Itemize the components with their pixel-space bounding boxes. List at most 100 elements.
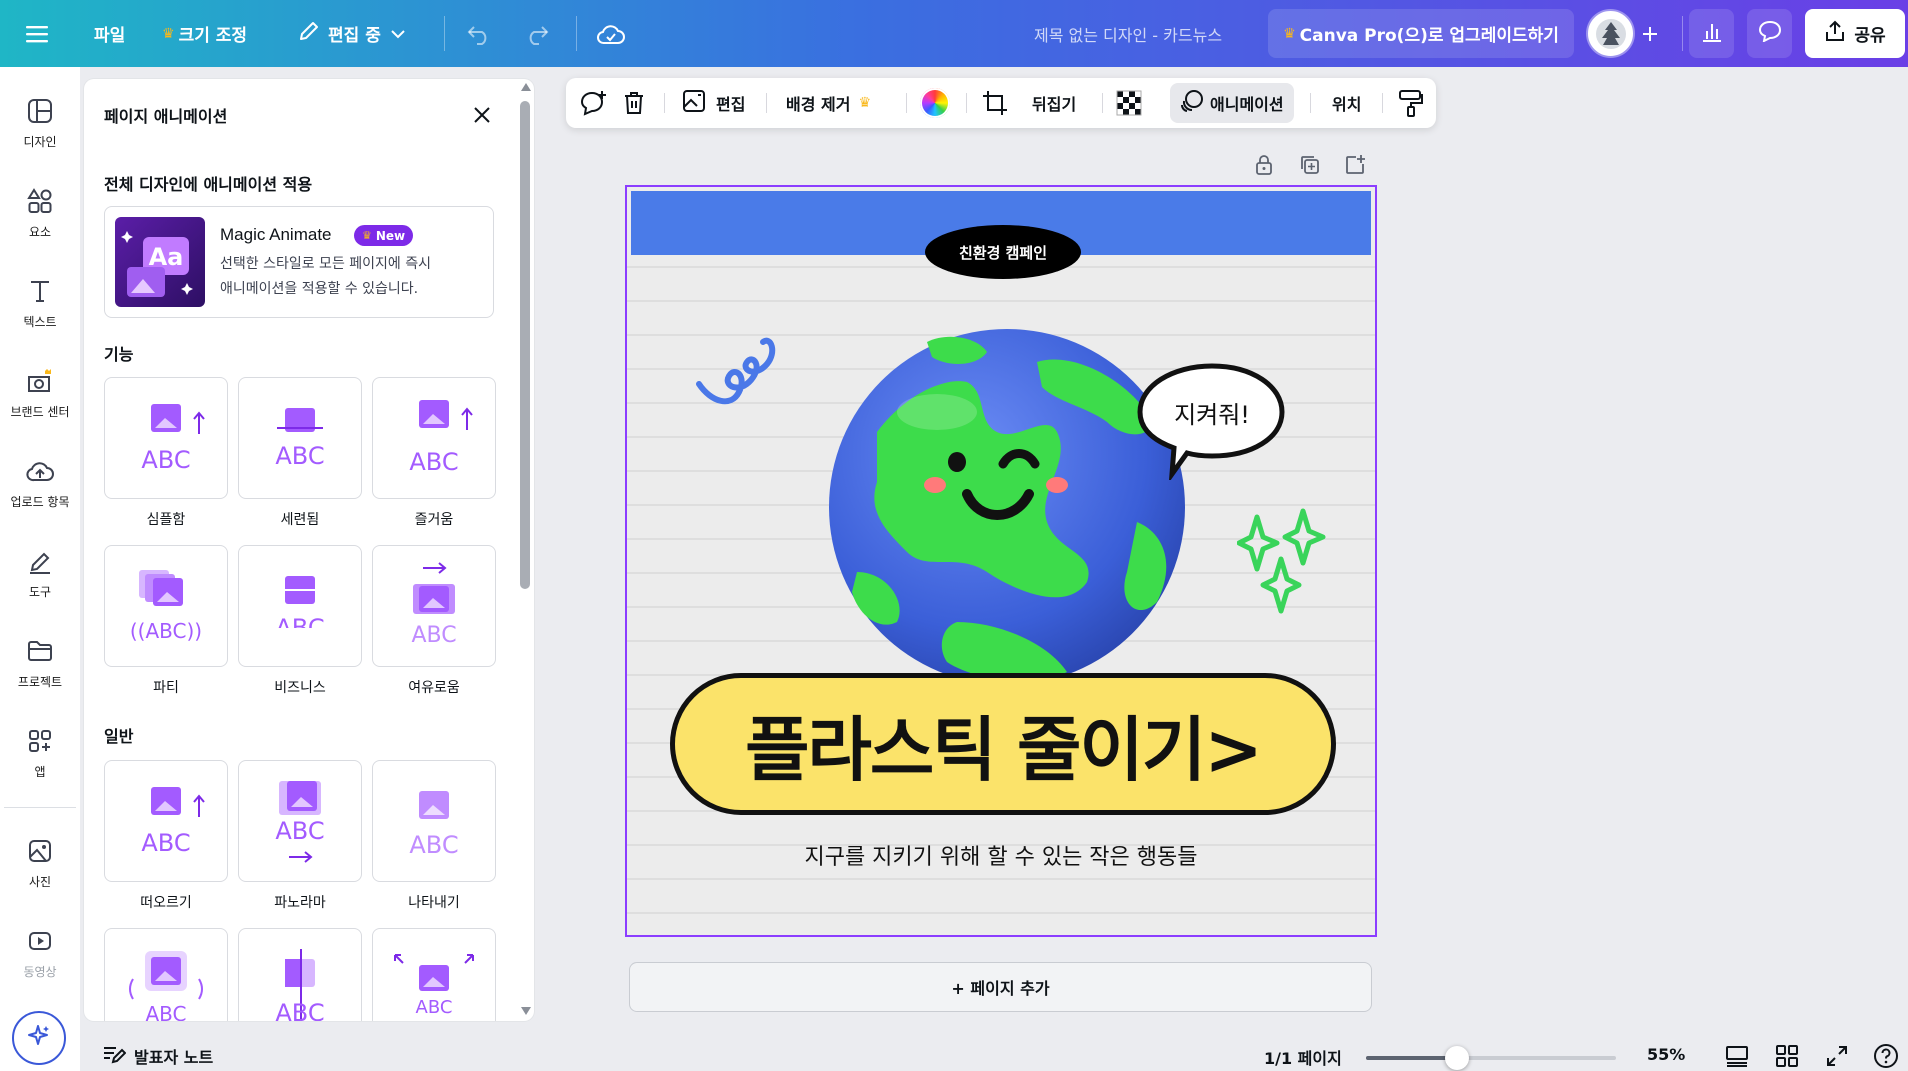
scroll-down-icon[interactable] <box>521 1007 531 1015</box>
party-preview-icon: ((ABC)) <box>130 570 202 643</box>
color-picker[interactable] <box>920 78 950 128</box>
rail-item-tools[interactable]: 도구 <box>0 543 80 600</box>
edit-label: 편집 <box>716 95 746 114</box>
svg-text:ABC: ABC <box>416 997 453 1018</box>
scroll-thumb[interactable] <box>520 101 530 589</box>
help-icon[interactable] <box>1873 1043 1899 1071</box>
animate-icon <box>1180 89 1204 117</box>
headline-pill[interactable]: 플라스틱 줄이기> <box>670 673 1336 815</box>
animation-tile-fade[interactable]: ABC <box>372 760 496 882</box>
rail-item-videos[interactable]: 동영상 <box>0 923 80 980</box>
share-button[interactable]: 공유 <box>1805 9 1905 58</box>
rail-item-design[interactable]: 디자인 <box>0 93 80 150</box>
zoom-slider[interactable] <box>1366 1046 1616 1070</box>
plus-icon[interactable] <box>1638 0 1662 67</box>
add-page-button[interactable]: + 페이지 추가 <box>629 962 1372 1012</box>
rail-item-apps[interactable]: 앱 <box>0 723 80 780</box>
flip-button[interactable]: 뒤집기 <box>1032 78 1076 128</box>
svg-text:Aa: Aa <box>149 243 184 271</box>
menu-icon[interactable] <box>26 0 50 67</box>
zoom-level[interactable]: 55% <box>1647 1045 1685 1064</box>
campaign-tag[interactable]: 친환경 캠페인 <box>925 225 1081 279</box>
notes-button[interactable]: 발표자 노트 <box>102 1043 213 1069</box>
magic-assistant-button[interactable] <box>12 1011 66 1065</box>
svg-text:ABC: ABC <box>411 623 456 648</box>
svg-text:ABC: ABC <box>409 831 458 859</box>
animation-tile-pop[interactable]: ABC <box>372 928 496 1021</box>
design-page[interactable]: 친환경 캠페인 지켜줘! 플라스틱 줄이기> 지구를 지키기 위해 할 수 있는… <box>625 185 1377 937</box>
pan-preview-icon: ABC <box>275 781 325 863</box>
document-title[interactable]: 제목 없는 디자인 - 카드뉴스 <box>1034 0 1222 67</box>
sparkles-doodle[interactable] <box>1237 507 1337 627</box>
scroll-up-icon[interactable] <box>521 83 531 91</box>
rail-item-brand[interactable]: 브랜드 센터 <box>0 363 80 420</box>
animation-tile-party[interactable]: ((ABC)) <box>104 545 228 667</box>
general-heading: 일반 <box>104 727 134 746</box>
tile-label: 떠오르기 <box>140 895 192 911</box>
resize-button[interactable]: ♛ 크기 조정 <box>162 0 247 67</box>
svg-text:((ABC)): ((ABC)) <box>130 619 202 643</box>
animation-tile-rise[interactable]: ABC <box>104 760 228 882</box>
animation-tile-pan[interactable]: ABC <box>238 760 362 882</box>
rail-item-text[interactable]: 텍스트 <box>0 273 80 330</box>
crop-icon[interactable] <box>982 78 1008 128</box>
duplicate-page-icon[interactable] <box>1299 154 1321 180</box>
crown-icon: ♛ <box>162 25 175 42</box>
cloud-saved-icon[interactable] <box>596 0 626 67</box>
swirl-doodle[interactable] <box>695 322 795 422</box>
rail-item-elements[interactable]: 요소 <box>0 183 80 240</box>
position-button[interactable]: 위치 <box>1332 78 1361 128</box>
magic-animate-desc-2: 애니메이션을 적용할 수 있습니다. <box>220 281 419 297</box>
editing-mode-dropdown[interactable]: 편집 중 <box>298 0 405 67</box>
zoom-slider-thumb[interactable] <box>1444 1046 1469 1070</box>
undo-icon[interactable] <box>466 0 492 67</box>
redo-icon[interactable] <box>524 0 550 67</box>
page-counter[interactable]: 1/1 페이지 <box>1264 1045 1342 1069</box>
edit-image-button[interactable]: 편집 <box>682 78 745 128</box>
file-menu[interactable]: 파일 <box>94 0 125 67</box>
rail-label: 요소 <box>28 225 52 239</box>
rail-label: 동영상 <box>23 965 57 979</box>
animation-tile-relaxed[interactable]: ABC <box>372 545 496 667</box>
close-icon[interactable] <box>468 101 496 129</box>
rail-label: 업로드 항목 <box>10 495 70 509</box>
rail-item-projects[interactable]: 프로젝트 <box>0 633 80 690</box>
panel-scrollbar[interactable] <box>519 83 531 1017</box>
headline-text: 플라스틱 줄이기> <box>745 708 1263 791</box>
tile-label: 심플함 <box>146 512 186 528</box>
grid-view-icon[interactable] <box>1775 1044 1799 1071</box>
animation-tile-simple[interactable]: ABC <box>104 377 228 499</box>
magic-animate-card[interactable]: Aa Magic Animate ♛ New 선택한 스타일로 모든 페이지에 즉… <box>104 206 494 318</box>
upgrade-button[interactable]: ♛ Canva Pro(으)로 업그레이드하기 <box>1268 9 1574 58</box>
subline-text[interactable]: 지구를 지키기 위해 할 수 있는 작은 행동들 <box>627 839 1375 871</box>
chevron-down-icon <box>391 24 405 44</box>
refined-preview-icon: ABC <box>275 408 325 470</box>
animation-tile-business[interactable]: ABC <box>238 545 362 667</box>
animation-tile-breathe[interactable]: ABC <box>104 928 228 1021</box>
trash-icon[interactable] <box>622 78 646 128</box>
lock-icon[interactable] <box>1254 154 1274 180</box>
animation-tile-fun[interactable]: ABC <box>372 377 496 499</box>
comment-add-icon[interactable] <box>580 78 608 128</box>
transparency-icon[interactable] <box>1116 78 1142 128</box>
animate-button[interactable]: 애니메이션 <box>1170 83 1294 123</box>
pen-icon <box>0 543 80 579</box>
page-view-icon[interactable] <box>1725 1044 1749 1071</box>
bg-remove-label: 배경 제거 <box>786 95 851 114</box>
folder-icon <box>0 633 80 669</box>
rail-item-photos[interactable]: 사진 <box>0 833 80 890</box>
fullscreen-icon[interactable] <box>1825 1044 1849 1071</box>
comments-button[interactable] <box>1747 9 1792 58</box>
paint-roller-icon[interactable] <box>1398 78 1424 128</box>
avatar[interactable] <box>1588 11 1633 56</box>
tile-label: 비즈니스 <box>274 680 326 696</box>
insights-button[interactable] <box>1689 9 1734 58</box>
animation-tile-refined[interactable]: ABC <box>238 377 362 499</box>
rail-item-uploads[interactable]: 업로드 항목 <box>0 453 80 510</box>
svg-text:ABC: ABC <box>275 817 324 845</box>
bg-remove-button[interactable]: 배경 제거 ♛ <box>786 78 875 128</box>
animation-tile-wipe[interactable]: ABC <box>238 928 362 1021</box>
tile-label: 파노라마 <box>274 895 326 911</box>
color-wheel-icon <box>920 88 950 118</box>
add-page-icon[interactable] <box>1344 154 1366 180</box>
